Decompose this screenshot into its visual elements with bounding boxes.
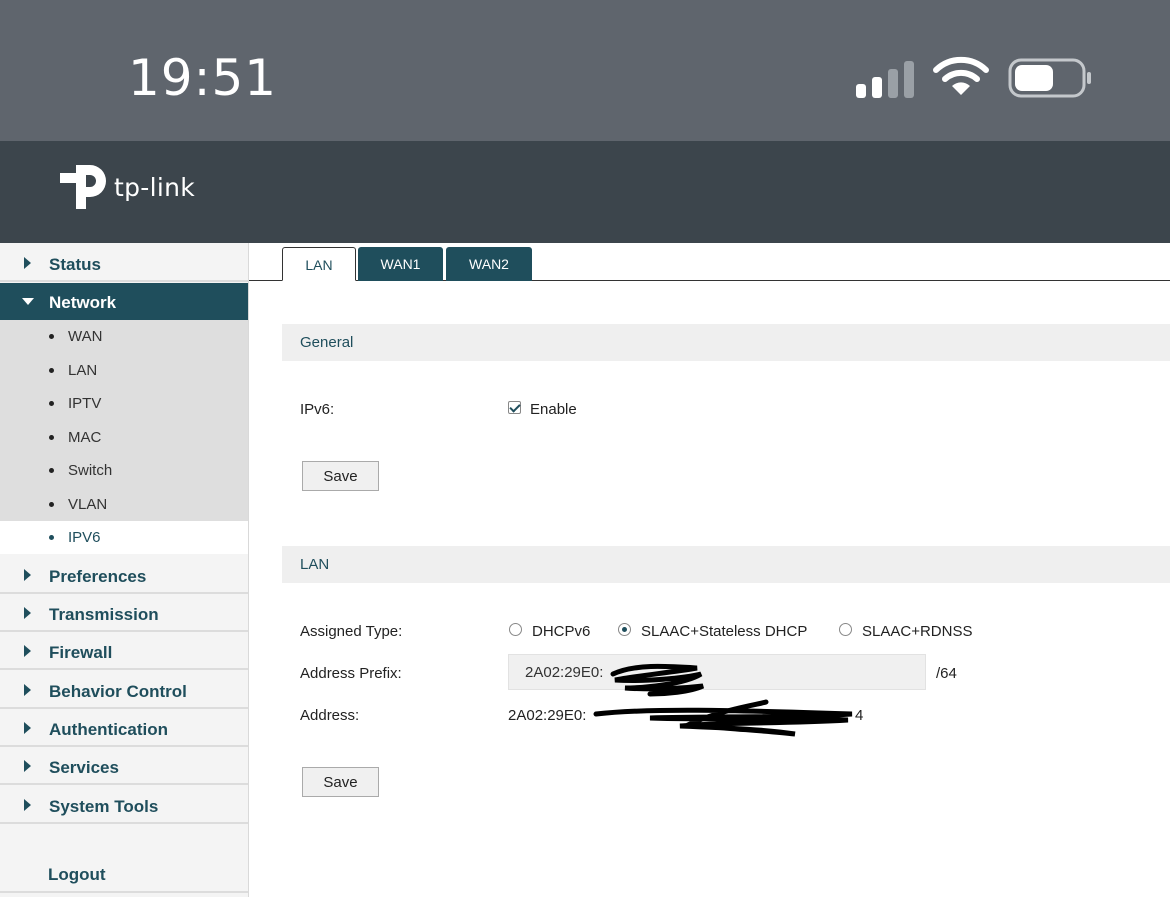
submenu-item-mac[interactable]: MAC (0, 421, 248, 454)
prefix-length: /64 (936, 665, 957, 682)
bullet-icon (49, 535, 54, 540)
section-header-general: General (282, 324, 1170, 361)
sidebar-item-behavior-control[interactable]: Behavior Control (0, 672, 248, 709)
submenu-item-label: Switch (68, 462, 113, 479)
sidebar-item-label: Preferences (49, 567, 147, 586)
submenu-item-lan[interactable]: LAN (0, 354, 248, 387)
sidebar-item-preferences[interactable]: Preferences (0, 557, 248, 594)
tp-link-logo-icon (60, 165, 106, 209)
radio-dhcpv6-label: DHCPv6 (532, 623, 591, 640)
submenu-item-label: VLAN (68, 496, 108, 513)
submenu-item-switch[interactable]: Switch (0, 454, 248, 487)
bullet-icon (49, 435, 54, 440)
address-prefix-label: Address Prefix: (300, 665, 402, 682)
assigned-type-label: Assigned Type: (300, 623, 403, 640)
sidebar-item-status[interactable]: Status (0, 245, 248, 282)
sidebar-item-authentication[interactable]: Authentication (0, 710, 248, 747)
submenu-item-wan[interactable]: WAN (0, 320, 248, 353)
submenu-item-iptv[interactable]: IPTV (0, 387, 248, 420)
redaction-scribble (610, 663, 705, 697)
caret-right-icon (24, 799, 31, 811)
sidebar-item-label: Services (49, 758, 119, 777)
sidebar-item-services[interactable]: Services (0, 748, 248, 785)
brand-logo: tp-link (56, 161, 195, 213)
address-prefix-input[interactable]: 2A02:29E0: (508, 654, 926, 690)
wifi-icon (933, 56, 989, 95)
address-label: Address: (300, 707, 360, 724)
battery-icon (1008, 58, 1091, 98)
submenu-item-vlan[interactable]: VLAN (0, 488, 248, 521)
tab-wan2[interactable]: WAN2 (446, 247, 532, 281)
caret-right-icon (24, 722, 31, 734)
logout-link[interactable]: Logout (48, 865, 106, 885)
ios-status-bar: 19:51 (0, 0, 1170, 141)
sidebar-item-network[interactable]: Network (0, 283, 248, 320)
sidebar-item-label: Network (49, 293, 117, 312)
submenu-item-label: WAN (68, 328, 103, 345)
redaction-scribble (593, 699, 853, 737)
tab-wan1[interactable]: WAN1 (358, 247, 443, 281)
section-header-lan: LAN (282, 546, 1170, 583)
lan-save-button[interactable]: Save (302, 767, 379, 797)
ipv6-label: IPv6: (300, 401, 335, 418)
caret-right-icon (24, 257, 31, 269)
bullet-icon (49, 401, 54, 406)
clock-time: 19:51 (128, 49, 278, 107)
caret-down-icon (22, 298, 34, 305)
sidebar-item-label: Firewall (49, 643, 113, 662)
brand-name: tp-link (114, 172, 196, 202)
general-save-button[interactable]: Save (302, 461, 379, 491)
sidebar-item-label: Behavior Control (49, 682, 187, 701)
tab-lan[interactable]: LAN (282, 247, 356, 281)
network-submenu: WAN LAN IPTV MAC Switch VLAN IPV6 (0, 320, 248, 554)
submenu-item-label: LAN (68, 362, 98, 379)
sidebar-item-label: Transmission (49, 605, 159, 624)
ipv6-enable-checkbox[interactable] (508, 401, 521, 414)
radio-dhcpv6[interactable] (509, 623, 522, 636)
caret-right-icon (24, 684, 31, 696)
radio-slaac-stateless-dhcp[interactable] (618, 623, 631, 636)
sidebar-item-transmission[interactable]: Transmission (0, 595, 248, 632)
caret-right-icon (24, 607, 31, 619)
address-prefix-value: 2A02:29E0: (525, 664, 604, 681)
submenu-item-label: IPV6 (68, 529, 101, 546)
sidebar-item-label: Status (49, 255, 101, 274)
submenu-item-ipv6[interactable]: IPV6 (0, 521, 248, 554)
enable-label: Enable (530, 401, 577, 418)
bullet-icon (49, 468, 54, 473)
bullet-icon (49, 368, 54, 373)
submenu-item-label: MAC (68, 429, 102, 446)
address-value: 2A02:29E0: (508, 707, 587, 724)
sidebar-item-label: Authentication (49, 720, 168, 739)
bullet-icon (49, 502, 54, 507)
submenu-item-label: IPTV (68, 395, 102, 412)
radio-slaac-stateless-dhcp-label: SLAAC+Stateless DHCP (641, 623, 808, 640)
bullet-icon (49, 334, 54, 339)
sidebar-item-label: System Tools (49, 797, 159, 816)
divider (0, 891, 248, 893)
sidebar-item-system-tools[interactable]: System Tools (0, 787, 248, 824)
caret-right-icon (24, 760, 31, 772)
radio-slaac-rdnss[interactable] (839, 623, 852, 636)
cellular-signal-icon (854, 58, 916, 98)
caret-right-icon (24, 645, 31, 657)
radio-slaac-rdnss-label: SLAAC+RDNSS (862, 623, 973, 640)
sidebar-item-firewall[interactable]: Firewall (0, 633, 248, 670)
caret-right-icon (24, 569, 31, 581)
